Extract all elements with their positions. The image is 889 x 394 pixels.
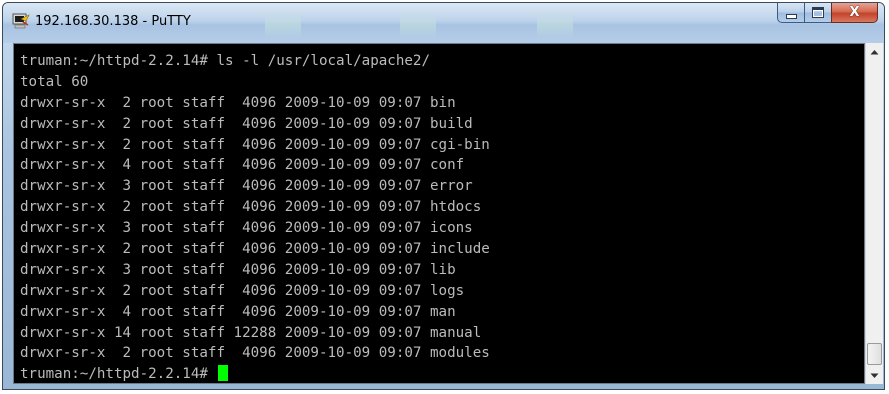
scrollbar-thumb[interactable]	[867, 343, 882, 365]
minimize-icon	[785, 13, 797, 19]
scroll-up-arrow-icon	[870, 49, 879, 54]
titlebar-glass-reflection	[265, 11, 301, 39]
title-bar[interactable]: 192.168.30.138 - PuTTY X	[3, 3, 884, 43]
scroll-up-button[interactable]	[866, 43, 883, 60]
putty-window: 192.168.30.138 - PuTTY X truman:~/httpd-…	[2, 2, 885, 390]
directory-entry: drwxr-sr-x 2 root staff 4096 2009-10-09 …	[20, 94, 456, 111]
directory-entry: drwxr-sr-x 3 root staff 4096 2009-10-09 …	[20, 261, 456, 278]
directory-entry: drwxr-sr-x 4 root staff 4096 2009-10-09 …	[20, 157, 465, 174]
minimize-button[interactable]	[777, 3, 804, 23]
titlebar-glass-reflection	[537, 11, 573, 39]
directory-entry: drwxr-sr-x 2 root staff 4096 2009-10-09 …	[20, 115, 473, 132]
vertical-scrollbar[interactable]	[865, 43, 883, 384]
command-line: truman:~/httpd-2.2.14# ls -l /usr/local/…	[20, 53, 430, 69]
directory-entry: drwxr-sr-x 2 root staff 4096 2009-10-09 …	[20, 199, 482, 216]
titlebar-glass-reflection	[400, 11, 436, 39]
directory-entry: drwxr-sr-x 3 root staff 4096 2009-10-09 …	[20, 178, 473, 195]
close-button[interactable]: X	[831, 3, 878, 23]
close-icon: X	[849, 5, 860, 20]
prompt-line: truman:~/httpd-2.2.14#	[20, 364, 864, 383]
directory-entry: drwxr-sr-x 2 root staff 4096 2009-10-09 …	[20, 345, 490, 362]
total-line: total 60	[20, 73, 89, 90]
directory-entry: drwxr-sr-x 2 root staff 4096 2009-10-09 …	[20, 241, 490, 258]
directory-entry: drwxr-sr-x 2 root staff 4096 2009-10-09 …	[20, 136, 490, 153]
directory-entry: drwxr-sr-x 2 root staff 4096 2009-10-09 …	[20, 282, 465, 299]
window-title: 192.168.30.138 - PuTTY	[35, 14, 191, 29]
window-controls: X	[777, 3, 878, 23]
text-cursor	[218, 365, 229, 382]
maximize-button[interactable]	[804, 3, 831, 23]
scroll-down-arrow-icon	[870, 373, 879, 378]
directory-entry: drwxr-sr-x 4 root staff 4096 2009-10-09 …	[20, 303, 456, 320]
maximize-icon	[812, 7, 824, 18]
directory-entry: drwxr-sr-x 3 root staff 4096 2009-10-09 …	[20, 220, 473, 237]
terminal-screen[interactable]: truman:~/httpd-2.2.14# ls -l /usr/local/…	[13, 43, 865, 384]
scroll-down-button[interactable]	[866, 367, 883, 384]
shell-prompt: truman:~/httpd-2.2.14#	[20, 366, 217, 383]
putty-terminal-icon[interactable]	[12, 13, 30, 29]
directory-entry: drwxr-sr-x 14 root staff 12288 2009-10-0…	[20, 324, 482, 341]
